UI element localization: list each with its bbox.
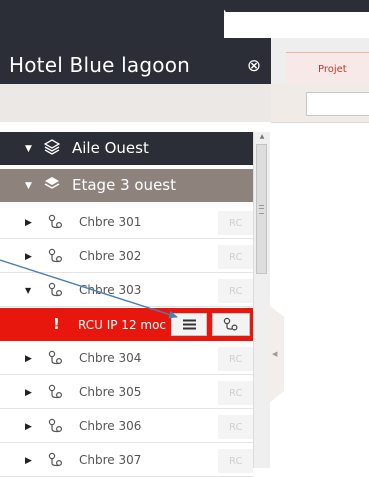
tab-projet[interactable]: Projet: [286, 52, 369, 84]
room-link-icon: [48, 452, 63, 472]
caret-right-icon[interactable]: ▶: [25, 252, 32, 262]
room-label: Chbre 307: [79, 453, 142, 467]
tree-node-etage[interactable]: ▼ Etage 3 ouest: [0, 169, 253, 202]
top-bar: [0, 0, 369, 38]
tree-row-alert[interactable]: ! RCU IP 12 moc: [0, 308, 253, 341]
panel-toolbar: [0, 84, 271, 122]
page-title: Hotel Blue lagoon: [9, 53, 191, 77]
link-nodes-icon: [223, 317, 238, 331]
rc-badge: RC: [218, 347, 253, 371]
floor-layer-icon: [44, 176, 60, 194]
caret-right-icon[interactable]: ▶: [25, 354, 32, 364]
chevron-left-icon: ◀: [272, 350, 278, 358]
rc-badge: RC: [218, 415, 253, 439]
room-link-icon: [48, 418, 63, 438]
hamburger-menu-icon: [183, 319, 196, 330]
caret-down-icon[interactable]: ▼: [25, 144, 32, 154]
scroll-up-icon[interactable]: ▲: [254, 132, 270, 142]
close-button[interactable]: ⊗: [244, 56, 264, 76]
room-link-icon: [48, 350, 63, 370]
tree-row-room[interactable]: ▶ Chbre 304 RC: [0, 342, 253, 375]
rc-badge: RC: [218, 279, 253, 303]
link-button[interactable]: [212, 313, 250, 336]
search-input[interactable]: [306, 92, 369, 116]
tree-node-aile[interactable]: ▼ Aile Ouest: [0, 132, 253, 165]
room-label: Chbre 303: [79, 283, 142, 297]
tree-row-room[interactable]: ▶ Chbre 306 RC: [0, 410, 253, 443]
collapse-panel-button[interactable]: ◀: [269, 305, 284, 403]
close-circle-icon: ⊗: [246, 56, 262, 76]
room-label: Chbre 301: [79, 215, 142, 229]
alert-device-label: RCU IP 12 moc: [78, 318, 167, 332]
caret-down-icon[interactable]: ▼: [25, 181, 32, 191]
grip-icon: [259, 205, 264, 214]
tree-row-room[interactable]: ▶ Chbre 307 RC: [0, 444, 253, 477]
tree-node-aile-label: Aile Ouest: [72, 139, 149, 157]
rc-badge: RC: [218, 449, 253, 473]
room-label: Chbre 305: [79, 385, 142, 399]
tree-row-room[interactable]: ▶ Chbre 301 RC: [0, 206, 253, 239]
tree-row-room-expanded[interactable]: ▼ Chbre 303 RC: [0, 274, 253, 307]
top-bar-dark-band: [0, 0, 224, 38]
tree-row-room[interactable]: ▶ Chbre 305 RC: [0, 376, 253, 409]
building-layers-icon: [43, 139, 61, 160]
menu-button[interactable]: [171, 313, 207, 336]
caret-down-icon[interactable]: ▼: [25, 286, 31, 295]
top-bar-notch: [216, 0, 369, 12]
caret-right-icon[interactable]: ▶: [25, 218, 32, 228]
scroll-thumb[interactable]: [256, 144, 267, 274]
room-label: Chbre 306: [79, 419, 142, 433]
room-label: Chbre 302: [79, 249, 142, 263]
tree-node-etage-label: Etage 3 ouest: [72, 176, 176, 194]
caret-right-icon[interactable]: ▶: [25, 456, 32, 466]
rc-badge: RC: [218, 245, 253, 269]
caret-right-icon[interactable]: ▶: [25, 422, 32, 432]
rc-badge: RC: [218, 381, 253, 405]
room-label: Chbre 304: [79, 351, 142, 365]
room-link-icon: [48, 282, 63, 302]
exclamation-icon: !: [53, 315, 60, 333]
room-link-icon: [48, 214, 63, 234]
tree-view: ▼ Aile Ouest ▼ Etage 3 ouest ▶ Chbre 301…: [0, 132, 253, 477]
tree-scrollbar[interactable]: ▲: [253, 132, 270, 468]
tree-row-room[interactable]: ▶ Chbre 302 RC: [0, 240, 253, 273]
room-link-icon: [48, 384, 63, 404]
rc-badge: RC: [218, 211, 253, 235]
caret-right-icon[interactable]: ▶: [25, 388, 32, 398]
room-link-icon: [48, 248, 63, 268]
